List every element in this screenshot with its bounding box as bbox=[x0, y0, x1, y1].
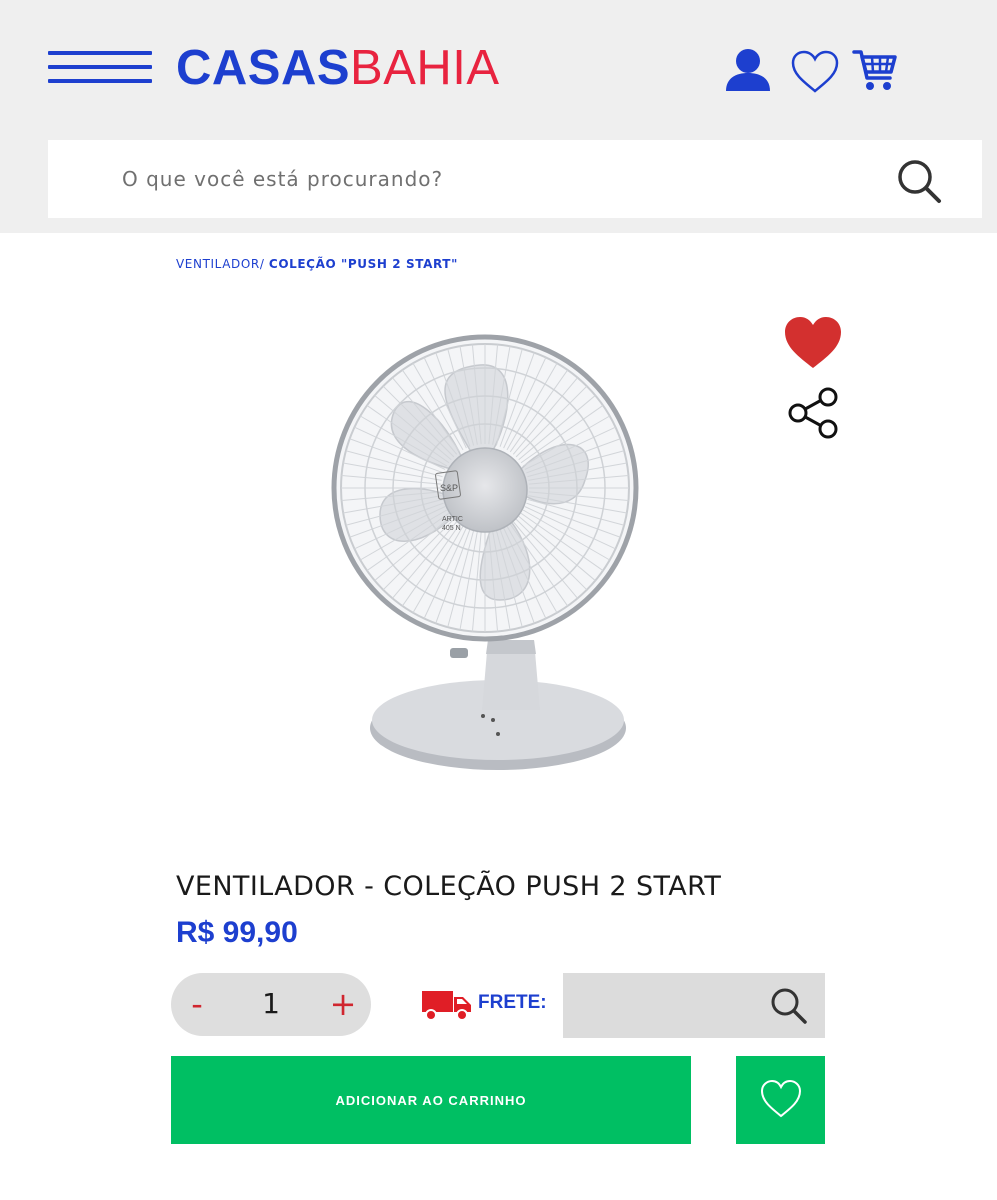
breadcrumb-category[interactable]: VENTILADOR/ bbox=[176, 257, 264, 271]
shipping-search-icon[interactable] bbox=[769, 986, 809, 1026]
truck-icon bbox=[422, 991, 471, 1021]
breadcrumb-current: COLEÇÃO "PUSH 2 START" bbox=[268, 257, 458, 271]
header: CASAS BAHIA bbox=[0, 0, 997, 233]
user-icon[interactable] bbox=[724, 47, 772, 93]
logo[interactable]: CASAS BAHIA bbox=[176, 40, 500, 96]
menu-icon[interactable] bbox=[48, 50, 152, 84]
search-input[interactable] bbox=[122, 158, 882, 200]
cart-icon[interactable] bbox=[852, 48, 898, 92]
add-to-cart-button[interactable]: ADICIONAR AO CARRINHO bbox=[171, 1056, 691, 1144]
increase-quantity-button[interactable]: + bbox=[323, 981, 363, 1027]
quantity-stepper: - 1 + bbox=[171, 973, 371, 1036]
logo-bahia: BAHIA bbox=[350, 41, 500, 95]
share-icon[interactable] bbox=[785, 386, 841, 440]
add-to-wishlist-button[interactable] bbox=[736, 1056, 825, 1144]
search-icon[interactable] bbox=[894, 156, 944, 206]
heart-outline-icon bbox=[760, 1079, 802, 1118]
search-bar bbox=[48, 140, 982, 218]
cep-input[interactable] bbox=[573, 985, 763, 1025]
logo-casas: CASAS bbox=[176, 41, 351, 95]
fan-model-line1: ARTIC bbox=[442, 516, 463, 523]
product-price: R$ 99,90 bbox=[176, 916, 298, 949]
decrease-quantity-button[interactable]: - bbox=[177, 981, 217, 1027]
wishlist-heart-icon[interactable] bbox=[790, 49, 840, 95]
breadcrumb: VENTILADOR/ COLEÇÃO "PUSH 2 START" bbox=[176, 257, 458, 271]
shipping-label: FRETE: bbox=[478, 992, 547, 1013]
fan-brand-label: S&P bbox=[440, 483, 458, 493]
fan-model-line2: 405 N bbox=[442, 525, 461, 532]
quantity-value: 1 bbox=[262, 987, 280, 1020]
product-image: S&P ARTIC 405 N bbox=[331, 334, 639, 770]
product-title: VENTILADOR - COLEÇÃO PUSH 2 START bbox=[176, 871, 722, 902]
favorite-heart-icon[interactable] bbox=[782, 314, 844, 372]
shipping-calculator bbox=[563, 973, 825, 1038]
